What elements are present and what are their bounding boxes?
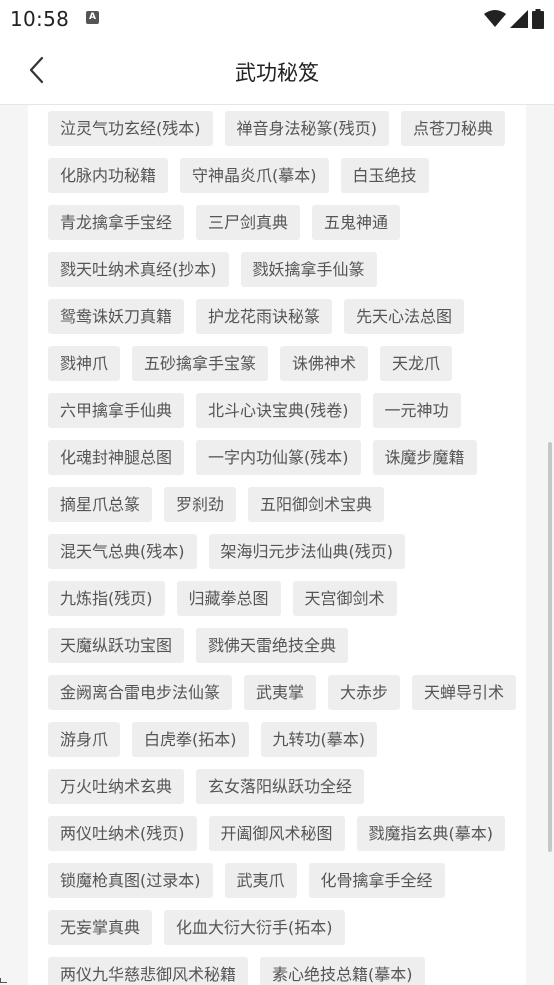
skill-tag[interactable]: 六甲擒拿手仙典: [48, 393, 185, 428]
skill-tag[interactable]: 鸳鸯诛妖刀真籍: [48, 299, 185, 334]
martial-arts-list-panel[interactable]: 泣灵气功玄经(残本) 禅音身法秘篆(残页) 点苍刀秘典化脉内功秘籍 守神晶炎爪(摹本)…: [28, 105, 526, 985]
skill-tag[interactable]: 诛魔步魔籍: [372, 440, 477, 475]
skill-tag[interactable]: 戮佛天雷绝技全典: [196, 628, 349, 663]
skill-tag[interactable]: 玄女落阳纵跃功全经: [196, 769, 365, 804]
skill-tag[interactable]: 化血大衍大衍手(拓本): [164, 910, 345, 945]
app-bar: 武功秘笈: [0, 38, 554, 105]
skill-tag[interactable]: 先天心法总图: [344, 299, 465, 334]
skill-tag[interactable]: 游身爪: [48, 722, 121, 757]
wifi-icon: [484, 10, 506, 27]
skill-tag[interactable]: 混天气总典(残本): [48, 534, 197, 569]
signal-icon: [510, 10, 528, 28]
skill-tag[interactable]: 点苍刀秘典: [401, 111, 506, 146]
skill-tag[interactable]: 素心绝技总籍(摹本): [260, 957, 425, 985]
skill-tag[interactable]: 化脉内功秘籍: [48, 158, 169, 193]
skill-tag[interactable]: 天龙爪: [380, 346, 453, 381]
skill-tag[interactable]: 武夷爪: [224, 863, 297, 898]
skill-tag[interactable]: 泣灵气功玄经(残本): [48, 111, 213, 146]
notification-icon: A: [86, 11, 99, 24]
skill-tag[interactable]: 禅音身法秘篆(残页): [224, 111, 389, 146]
battery-icon: [532, 9, 544, 29]
status-bar: 10:58 A: [0, 0, 554, 38]
skill-tag[interactable]: 无妄掌真典: [48, 910, 153, 945]
skill-tag[interactable]: 天蝉导引术: [412, 675, 517, 710]
skill-tag[interactable]: 天魔纵跃功宝图: [48, 628, 185, 663]
status-icons: [484, 9, 544, 29]
skill-tag[interactable]: 戮神爪: [48, 346, 121, 381]
tag-list: 泣灵气功玄经(残本) 禅音身法秘篆(残页) 点苍刀秘典化脉内功秘籍 守神晶炎爪(摹本)…: [48, 111, 518, 985]
skill-tag[interactable]: 一元神功: [372, 393, 461, 428]
skill-tag[interactable]: 归藏拳总图: [176, 581, 281, 616]
page-title: 武功秘笈: [235, 61, 319, 85]
skill-tag[interactable]: 戮魔指玄典(摹本): [356, 816, 506, 851]
skill-tag[interactable]: 天宫御剑术: [292, 581, 397, 616]
skill-tag[interactable]: 戮天吐纳术真经(抄本): [48, 252, 229, 287]
skill-tag[interactable]: 戮妖擒拿手仙篆: [240, 252, 377, 287]
skill-tag[interactable]: 五鬼神通: [312, 205, 401, 240]
skill-tag[interactable]: 锁魔枪真图(过录本): [48, 863, 213, 898]
scrollbar[interactable]: [548, 442, 552, 852]
skill-tag[interactable]: 守神晶炎爪(摹本): [180, 158, 329, 193]
skill-tag[interactable]: 一字内功仙篆(残本): [196, 440, 361, 475]
skill-tag[interactable]: 大赤步: [328, 675, 401, 710]
status-time: 10:58: [10, 7, 70, 31]
skill-tag[interactable]: 开阖御风术秘图: [208, 816, 345, 851]
skill-tag[interactable]: 两仪吐纳术(残页): [48, 816, 197, 851]
skill-tag[interactable]: 九炼指(残页): [48, 581, 165, 616]
corner-mark: [0, 978, 7, 983]
skill-tag[interactable]: 九转功(摹本): [260, 722, 378, 757]
skill-tag[interactable]: 化骨擒拿手全经: [308, 863, 445, 898]
skill-tag[interactable]: 五砂擒拿手宝篆: [132, 346, 269, 381]
skill-tag[interactable]: 五阳御剑术宝典: [248, 487, 385, 522]
skill-tag[interactable]: 罗刹劲: [164, 487, 237, 522]
skill-tag[interactable]: 金阙离合雷电步法仙篆: [48, 675, 233, 710]
skill-tag[interactable]: 化魂封神腿总图: [48, 440, 185, 475]
skill-tag[interactable]: 北斗心诀宝典(残卷): [196, 393, 361, 428]
skill-tag[interactable]: 诛佛神术: [280, 346, 369, 381]
skill-tag[interactable]: 护龙花雨诀秘篆: [196, 299, 333, 334]
skill-tag[interactable]: 架海归元步法仙典(残页): [208, 534, 405, 569]
skill-tag[interactable]: 白虎拳(拓本): [132, 722, 249, 757]
skill-tag[interactable]: 万火吐纳术玄典: [48, 769, 185, 804]
skill-tag[interactable]: 三尸剑真典: [196, 205, 301, 240]
skill-tag[interactable]: 摘星爪总篆: [48, 487, 153, 522]
skill-tag[interactable]: 青龙擒拿手宝经: [48, 205, 185, 240]
skill-tag[interactable]: 武夷掌: [244, 675, 317, 710]
skill-tag[interactable]: 两仪九华慈悲御风术秘籍: [48, 957, 249, 985]
skill-tag[interactable]: 白玉绝技: [340, 158, 429, 193]
